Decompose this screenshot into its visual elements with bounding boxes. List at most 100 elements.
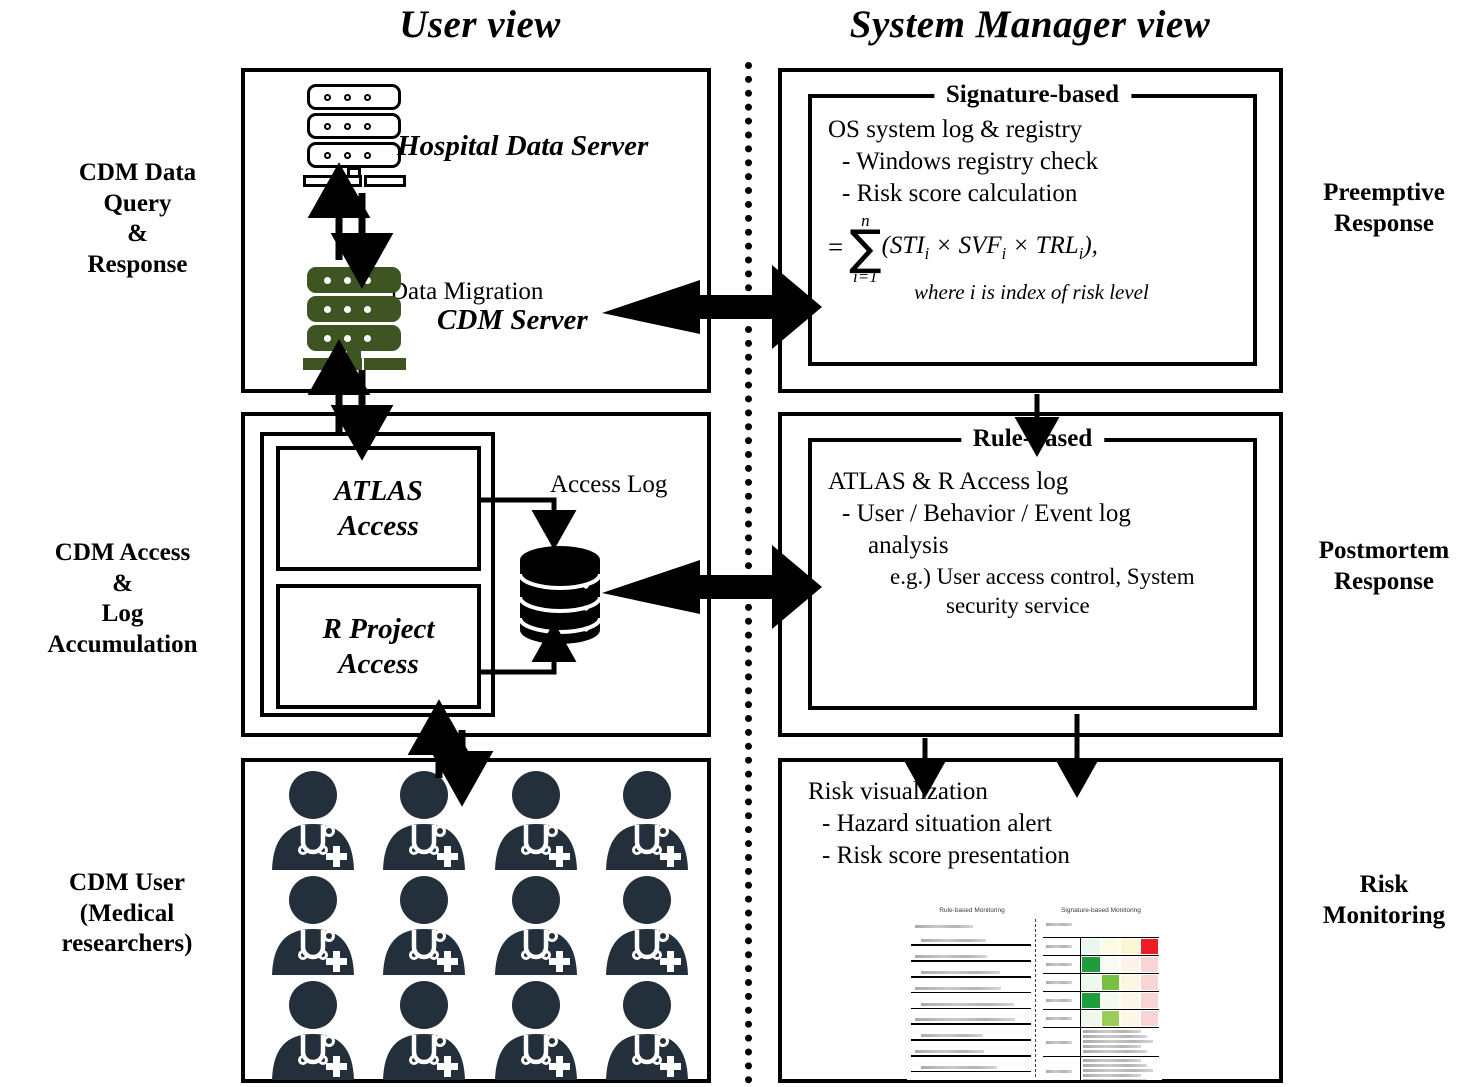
label-line: Monitoring — [1322, 901, 1446, 929]
rule-line-1: - User / Behavior / Event log — [842, 500, 1131, 527]
thumbnail-row-text — [915, 955, 987, 959]
signature-based-body: OS system log & registry - Windows regis… — [812, 98, 1253, 312]
risk-line-2: - Risk score presentation — [822, 842, 1070, 869]
thumbnail-heatmap-detail — [1081, 1057, 1159, 1080]
thumbnail-heatmap-cell — [1101, 1011, 1119, 1026]
rule-based-legend: Rule-based — [960, 425, 1105, 453]
thumbnail-heatmap-label — [1043, 999, 1080, 1002]
doctor-icon — [494, 876, 577, 975]
cdm-user-icon — [595, 770, 699, 875]
thumbnail-heatmap-label-text — [1046, 1040, 1072, 1044]
thumbnail-row-rule — [911, 960, 1031, 962]
signature-line-2: - Risk score calculation — [842, 180, 1078, 207]
doctor-icon — [271, 771, 354, 870]
label-line: & — [127, 220, 148, 247]
formula-term-1: SVF — [958, 232, 1002, 259]
thumbnail-row-rule — [911, 1039, 1031, 1041]
thumbnail-row-text — [915, 1050, 984, 1054]
thumbnail-heatmap-label-text — [1046, 963, 1072, 966]
thumbnail-heatmap-label — [1043, 963, 1080, 966]
thumbnail-row-text — [915, 925, 973, 929]
r-project-access-box[interactable]: R Project Access — [276, 584, 481, 709]
cdm-user-icon — [372, 980, 476, 1085]
thumbnail-heatmap-label-text — [1046, 1069, 1072, 1073]
thumbnail-heatmap-cell — [1140, 957, 1158, 972]
thumbnail-detail-line — [1083, 1035, 1147, 1038]
thumbnail-heatmap-row — [1043, 1010, 1159, 1028]
thumbnail-heatmap-cells — [1080, 938, 1159, 955]
thumbnail-heatmap-label-text — [1046, 981, 1072, 984]
panel-cdm-users — [241, 758, 711, 1083]
label-risk-monitoring: Risk Monitoring — [1293, 870, 1475, 931]
formula-where-note: where i is index of risk level — [914, 280, 1149, 305]
thumbnail-detail-line — [1083, 1050, 1147, 1053]
thumbnail-heatmap-cells — [1080, 1057, 1159, 1080]
cdm-server-label: CDM Server — [437, 304, 588, 336]
label-line: CDM Access — [54, 539, 191, 566]
label-line: Risk — [1359, 871, 1409, 898]
formula-paren-open: ( — [881, 232, 890, 259]
thumbnail-table-row — [911, 966, 1031, 982]
thumbnail-heatmap-cell — [1121, 957, 1139, 972]
thumbnail-row-text — [915, 986, 1001, 990]
thumbnail-heatmap-cell — [1082, 1011, 1100, 1026]
risk-dashboard-thumbnail[interactable]: Rule-based Monitoring Signature-based Mo… — [907, 905, 1162, 1080]
formula-terms: (STIi × SVFi × TRLi), — [882, 212, 1098, 264]
formula-term-0: STI — [889, 232, 925, 259]
cdm-user-icon — [372, 875, 476, 980]
thumbnail-row-text — [921, 1065, 997, 1069]
label-cdm-user: CDM User (Medical researchers) — [22, 868, 232, 960]
thumbnail-heatmap-cell — [1140, 975, 1158, 990]
formula-term-1-sub: i — [1001, 244, 1007, 263]
thumbnail-heatmap-cell — [1121, 939, 1139, 954]
thumbnail-detail-line — [1083, 1079, 1147, 1080]
diagram-root: User view System Manager view CDM Data Q… — [0, 0, 1481, 1087]
panel-cdm-data-query: Hospital Data Server Data Migration CDM … — [241, 68, 711, 393]
thumbnail-detail-line — [1083, 1059, 1141, 1062]
thumbnail-table-row — [911, 1045, 1031, 1061]
doctor-icon — [494, 981, 577, 1080]
thumbnail-heatmap-cell — [1101, 993, 1119, 1008]
thumbnail-heatmap-row — [1043, 974, 1159, 992]
rule-based-body: ATLAS & R Access log - User / Behavior /… — [812, 442, 1253, 627]
panel-rule-based: Rule-based ATLAS & R Access log - User /… — [778, 412, 1283, 737]
label-line: Response — [87, 250, 188, 278]
thumbnail-rule-table — [911, 919, 1031, 1077]
label-line: Response — [1333, 567, 1434, 595]
thumbnail-heatmap-cells — [1080, 956, 1159, 973]
thumbnail-row-text — [921, 1002, 1014, 1006]
thumbnail-heatmap-row — [1043, 1057, 1159, 1080]
thumbnail-table-row — [911, 935, 1031, 951]
summation-symbol: n ∑ i=1 — [849, 212, 881, 285]
doctor-icon — [383, 981, 466, 1080]
cdm-user-icon — [484, 770, 588, 875]
label-cdm-access-log-accumulation: CDM Access & Log Accumulation — [10, 538, 235, 660]
thumbnail-heatmap-cell — [1082, 975, 1100, 990]
label-line: & — [112, 569, 133, 597]
user-view-title: User view — [399, 3, 561, 46]
label-line: Accumulation — [47, 630, 198, 658]
thumbnail-detail-line — [1083, 1030, 1141, 1033]
thumbnail-heatmap-row — [1043, 938, 1159, 956]
rule-line-0: ATLAS & R Access log — [828, 468, 1069, 495]
thumbnail-heatmap-label — [1043, 981, 1080, 984]
signature-line-1: - Windows registry check — [842, 148, 1099, 175]
signature-based-legend: Signature-based — [933, 81, 1132, 109]
thumbnail-heatmap-label-text — [1046, 999, 1072, 1002]
panel-risk-visualization: Risk visualization - Hazard situation al… — [778, 758, 1283, 1083]
rule-line-4: security service — [946, 593, 1090, 619]
thumbnail-right-title: Signature-based Monitoring — [1061, 907, 1141, 914]
cdm-user-icon — [261, 875, 365, 980]
thumbnail-row-rule — [911, 991, 1031, 994]
cdm-user-icon — [595, 875, 699, 980]
label-line: Response — [1333, 209, 1434, 237]
thumbnail-heatmap-label-text — [1046, 1017, 1072, 1020]
thumbnail-row-rule — [911, 1070, 1031, 1073]
thumbnail-table-row — [911, 951, 1031, 967]
thumbnail-heatmap-header — [1043, 923, 1159, 938]
atlas-access-box[interactable]: ATLAS Access — [276, 446, 481, 571]
thumbnail-table-row — [911, 982, 1031, 998]
atlas-access-line1: ATLAS — [334, 475, 423, 508]
thumbnail-detail-line — [1083, 1064, 1147, 1067]
thumbnail-heatmap-cell — [1101, 975, 1119, 990]
